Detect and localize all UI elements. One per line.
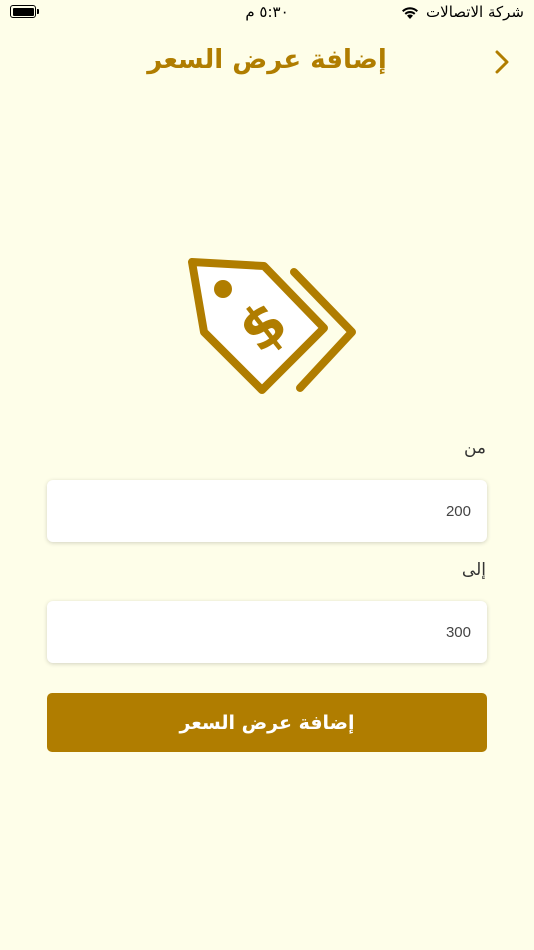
to-price-value: 300 bbox=[445, 623, 471, 641]
page-title: إضافة عرض السعر bbox=[147, 45, 387, 75]
from-price-value: 200 bbox=[445, 502, 471, 520]
to-label: إلى bbox=[461, 560, 486, 580]
status-bar: ٥:٣٠ م شركة الاتصالات bbox=[0, 0, 534, 30]
status-carrier: شركة الاتصالات bbox=[400, 3, 524, 21]
add-price-offer-button[interactable]: إضافة عرض السعر bbox=[47, 693, 487, 752]
from-label: من bbox=[463, 438, 486, 458]
wifi-icon bbox=[402, 7, 419, 19]
header: إضافة عرض السعر bbox=[0, 40, 534, 80]
from-price-input[interactable]: 200 bbox=[47, 480, 487, 542]
to-price-input[interactable]: 300 bbox=[47, 601, 487, 663]
chevron-right-icon bbox=[495, 50, 509, 74]
carrier-name: شركة الاتصالات bbox=[426, 3, 524, 21]
price-tags-icon: $ bbox=[188, 258, 356, 394]
back-button[interactable] bbox=[488, 46, 516, 78]
